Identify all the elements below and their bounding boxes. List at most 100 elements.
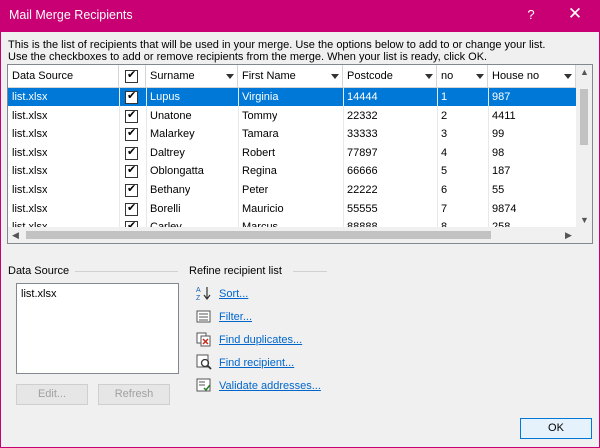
first-name-cell: Robert — [242, 146, 276, 159]
table-row[interactable]: list.xlsx Malarkey Tamara 33333 3 99 ✔ — [8, 125, 576, 143]
surname-cell: Malarkey — [150, 128, 195, 141]
intro-line-2: Use the checkboxes to add or remove reci… — [8, 51, 488, 63]
select-all-checkbox[interactable]: ✔ — [125, 69, 138, 83]
close-button[interactable]: ✕ — [564, 4, 586, 24]
no-cell: 4 — [441, 146, 448, 159]
help-button[interactable]: ? — [520, 7, 542, 22]
check-icon: ✔ — [127, 164, 137, 177]
find-duplicates-icon[interactable] — [196, 331, 212, 347]
check-icon: ✔ — [127, 69, 137, 81]
vertical-scroll-thumb[interactable] — [580, 89, 588, 145]
chevron-down-icon[interactable] — [564, 74, 572, 79]
sort-icon[interactable]: A Z — [196, 285, 212, 301]
svg-text:A: A — [196, 287, 201, 294]
table-row[interactable]: list.xlsx Unatone Tommy 22332 2 4411 ✔ — [8, 107, 576, 125]
no-cell: 2 — [441, 109, 448, 122]
column-divider — [343, 88, 344, 243]
house-no-cell: 4411 — [492, 109, 516, 122]
filter-link[interactable]: Filter... — [219, 311, 252, 323]
check-icon: ✔ — [127, 127, 137, 140]
refine-separator — [293, 271, 327, 272]
horizontal-scrollbar[interactable]: ◀ ▶ — [8, 227, 592, 243]
recipients-grid[interactable]: Data Source ✔ Surname First Name Postcod… — [7, 64, 593, 244]
column-header-label: House no — [492, 70, 540, 82]
column-divider — [146, 88, 147, 243]
first-name-cell: Tommy — [242, 109, 278, 122]
recipient-checkbox[interactable]: ✔ — [125, 90, 138, 104]
filter-icon[interactable] — [196, 308, 212, 324]
house-no-cell: 55 — [492, 184, 505, 196]
postcode-cell: 14444 — [347, 91, 378, 103]
column-divider — [437, 88, 438, 243]
column-header-postcode[interactable]: Postcode — [343, 65, 437, 88]
column-header-label: Postcode — [347, 70, 393, 82]
column-header-no[interactable]: no — [437, 65, 488, 88]
column-header-label: Data Source — [12, 70, 74, 82]
recipient-checkbox[interactable]: ✔ — [125, 202, 138, 216]
data-source-list[interactable]: list.xlsx — [16, 283, 179, 374]
postcode-cell: 66666 — [347, 165, 378, 178]
column-header-first-name[interactable]: First Name — [238, 65, 343, 88]
column-header-checkbox[interactable]: ✔ — [119, 65, 146, 88]
column-divider — [488, 88, 489, 243]
column-header-label: Surname — [150, 70, 195, 82]
recipient-checkbox[interactable]: ✔ — [125, 183, 138, 197]
refine-recipient-list-label: Refine recipient list — [189, 265, 282, 277]
title-bar: Mail Merge Recipients ? ✕ — [0, 0, 600, 32]
chevron-down-icon[interactable] — [331, 74, 339, 79]
surname-cell: Unatone — [150, 109, 192, 122]
data-source-cell: list.xlsx — [12, 202, 48, 215]
column-divider — [119, 88, 120, 243]
table-row[interactable]: list.xlsx Borelli Mauricio 55555 7 9874 ✔ — [8, 200, 576, 218]
validate-addresses-icon[interactable] — [196, 377, 212, 393]
table-row[interactable]: list.xlsx Bethany Peter 22222 6 55 ✔ — [8, 181, 576, 199]
ok-button[interactable]: OK — [520, 418, 592, 439]
house-no-cell: 99 — [492, 128, 505, 141]
recipient-checkbox[interactable]: ✔ — [125, 146, 138, 160]
validate-addresses-link[interactable]: Validate addresses... — [219, 380, 321, 392]
scroll-right-icon[interactable]: ▶ — [565, 230, 572, 241]
horizontal-scroll-thumb[interactable] — [26, 231, 491, 239]
house-no-cell: 9874 — [492, 202, 517, 215]
scroll-up-icon[interactable]: ▲ — [580, 67, 589, 77]
table-row[interactable]: list.xlsx Lupus Virginia 14444 1 987 ✔ — [8, 88, 576, 106]
no-cell: 6 — [441, 184, 448, 196]
column-divider — [238, 88, 239, 243]
find-recipient-link[interactable]: Find recipient... — [219, 357, 294, 369]
recipient-checkbox[interactable]: ✔ — [125, 127, 138, 142]
find-duplicates-link[interactable]: Find duplicates... — [219, 334, 302, 346]
find-recipient-icon[interactable] — [196, 354, 212, 370]
data-source-cell: list.xlsx — [12, 109, 48, 122]
first-name-cell: Regina — [242, 165, 277, 178]
data-source-cell: list.xlsx — [12, 146, 48, 159]
surname-cell: Borelli — [150, 202, 181, 215]
postcode-cell: 55555 — [347, 202, 378, 215]
chevron-down-icon[interactable] — [226, 74, 234, 79]
table-row[interactable]: list.xlsx Daltrey Robert 77897 4 98 ✔ — [8, 144, 576, 162]
data-source-label: Data Source — [8, 265, 70, 277]
table-row[interactable]: list.xlsx Oblongatta Regina 66666 5 187 ✔ — [8, 162, 576, 180]
data-source-cell: list.xlsx — [12, 128, 48, 141]
data-source-item[interactable]: list.xlsx — [21, 288, 56, 300]
recipient-checkbox[interactable]: ✔ — [125, 108, 138, 123]
edit-button[interactable]: Edit... — [16, 384, 88, 405]
chevron-down-icon[interactable] — [425, 74, 433, 79]
window-title: Mail Merge Recipients — [9, 8, 133, 22]
scroll-left-icon[interactable]: ◀ — [12, 230, 19, 241]
column-header-house-no[interactable]: House no — [488, 65, 576, 88]
column-header-surname[interactable]: Surname — [146, 65, 238, 88]
refresh-button[interactable]: Refresh — [98, 384, 170, 405]
vertical-scrollbar[interactable]: ▲ ▼ — [576, 65, 592, 227]
recipient-checkbox[interactable]: ✔ — [125, 164, 138, 179]
column-header-data-source[interactable]: Data Source — [8, 65, 119, 88]
postcode-cell: 77897 — [347, 146, 378, 159]
postcode-cell: 22222 — [347, 184, 378, 196]
check-icon: ✔ — [127, 108, 137, 121]
house-no-cell: 187 — [492, 165, 511, 178]
sort-link[interactable]: Sort... — [219, 288, 248, 300]
scroll-down-icon[interactable]: ▼ — [580, 215, 589, 225]
no-cell: 1 — [441, 91, 448, 103]
check-icon: ✔ — [127, 90, 137, 102]
chevron-down-icon[interactable] — [476, 74, 484, 79]
intro-line-1: This is the list of recipients that will… — [8, 39, 546, 51]
